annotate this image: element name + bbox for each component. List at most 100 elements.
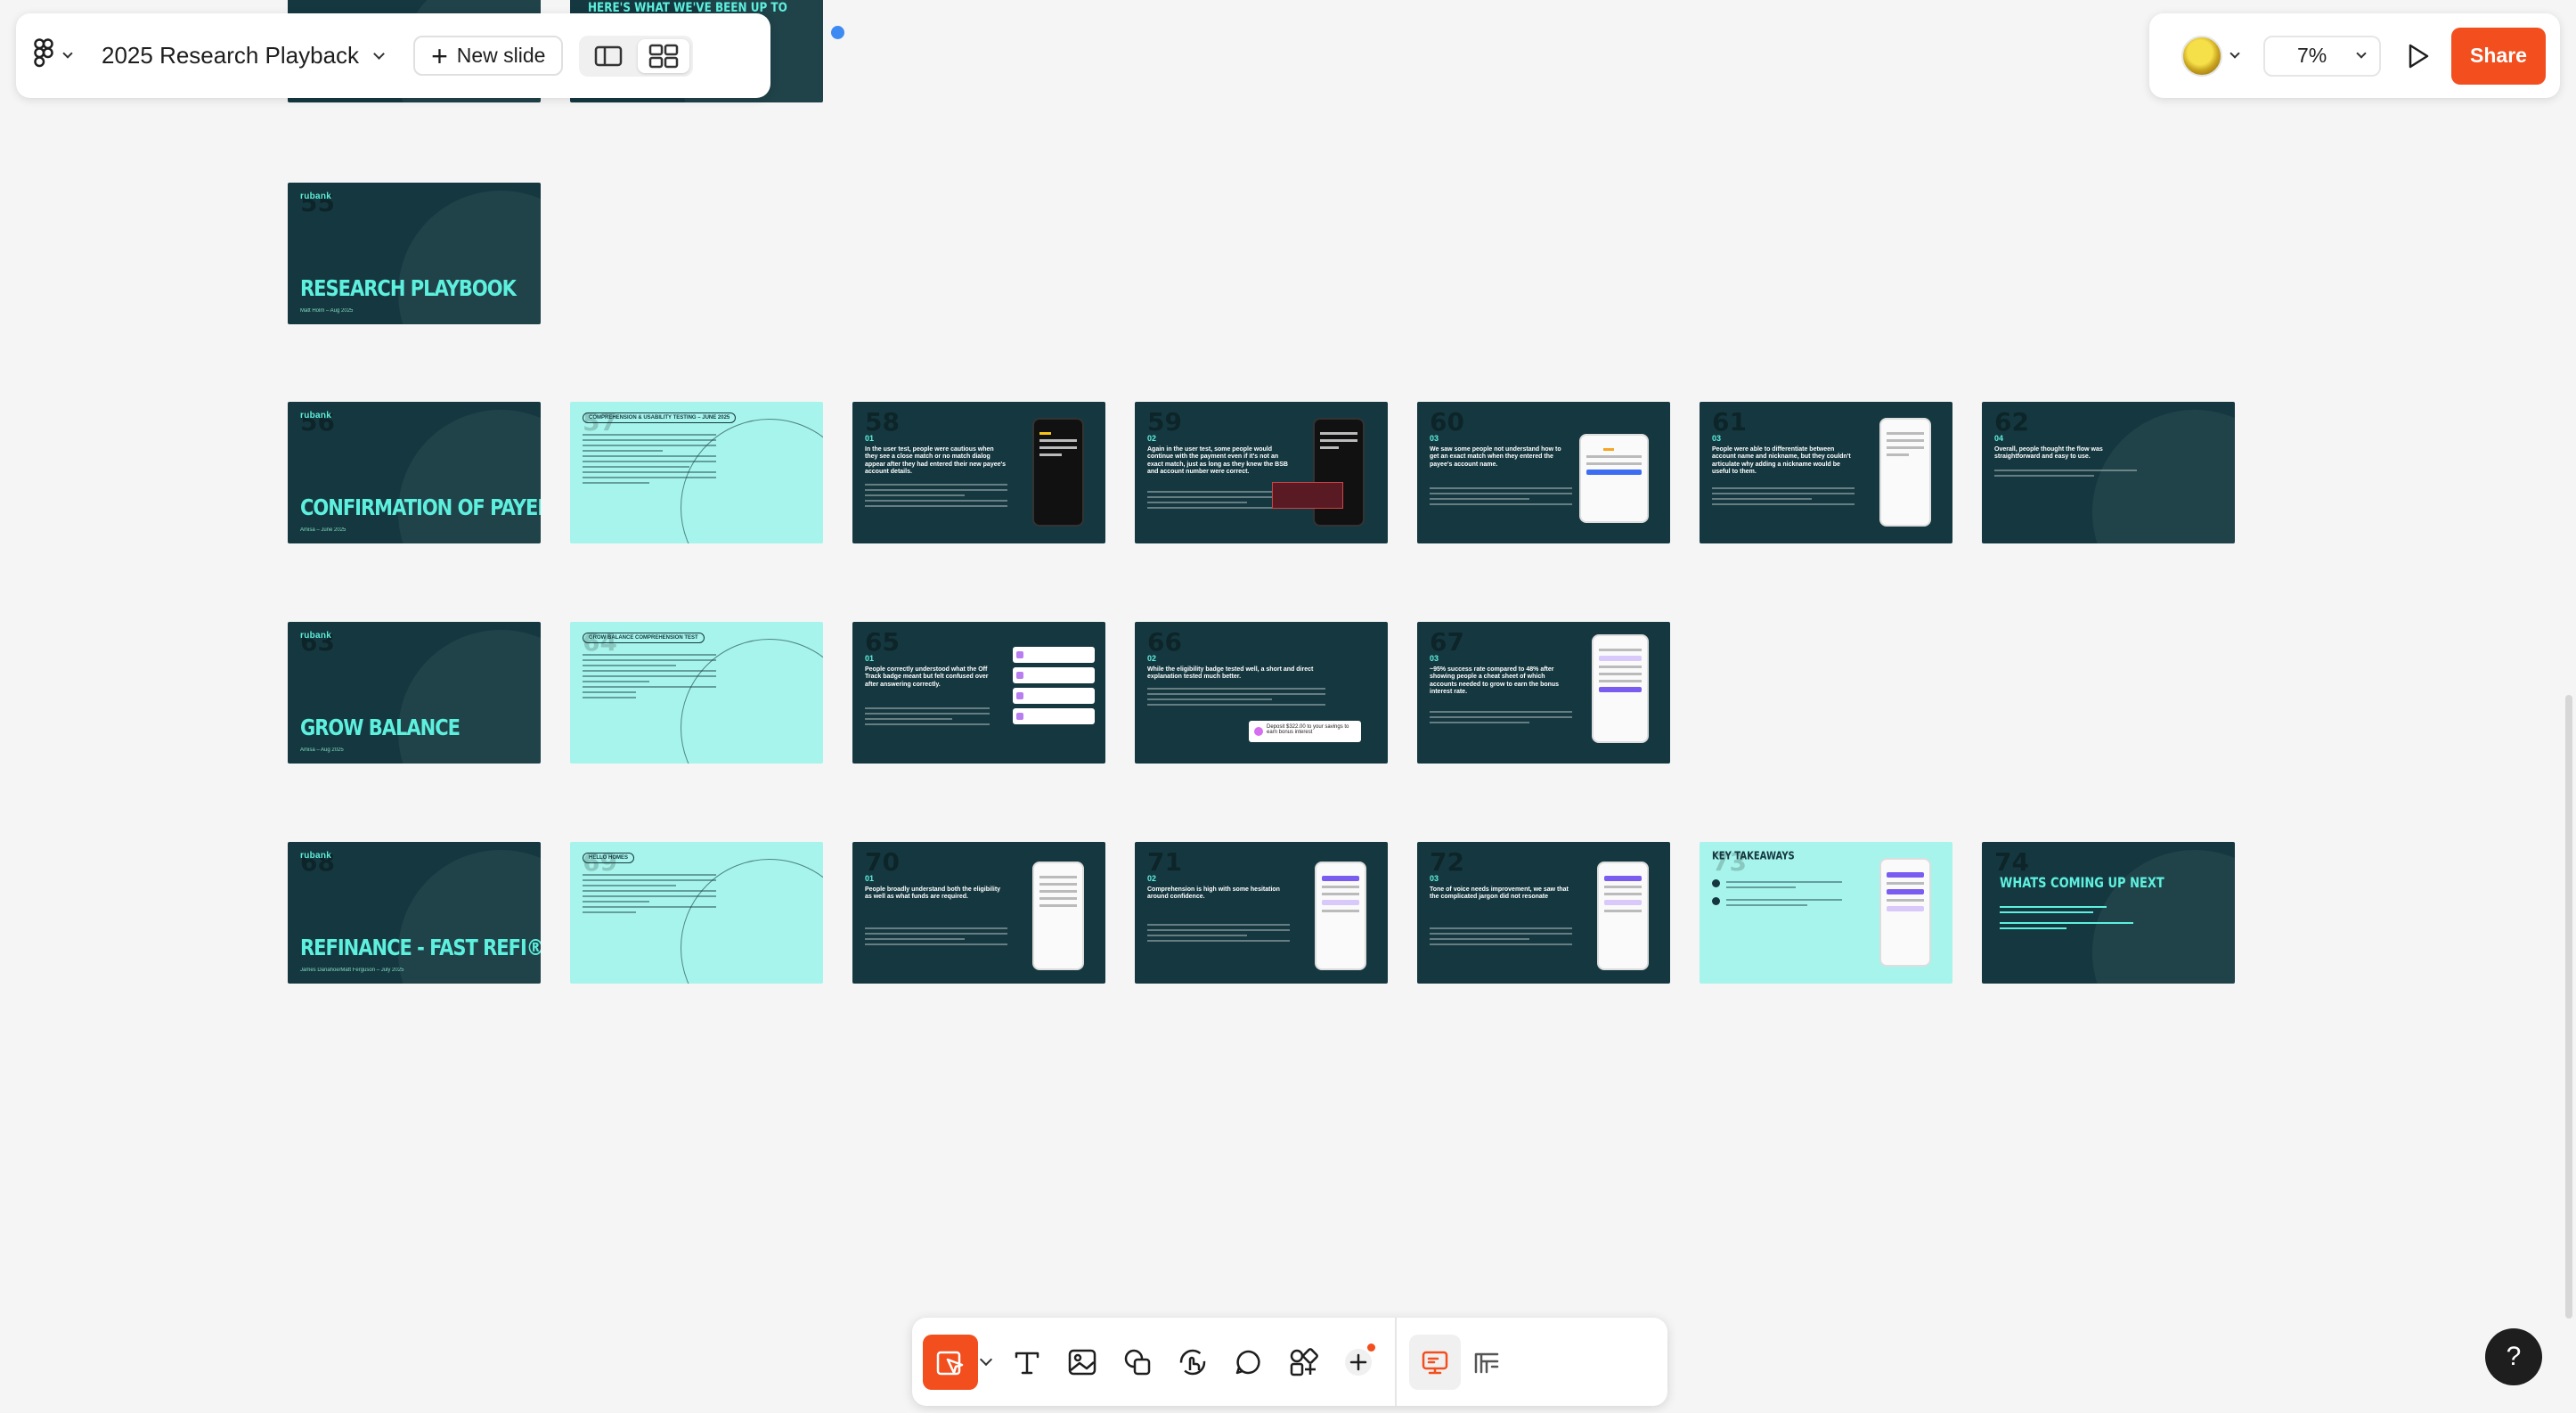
phone-mockup	[1032, 418, 1084, 527]
slide-title: RESEARCH PLAYBOOK	[300, 275, 517, 301]
slide-number: 72	[1430, 847, 1464, 877]
slide-step: 04	[1994, 434, 2004, 443]
chevron-down-icon[interactable]	[373, 47, 385, 60]
main-menu-button[interactable]	[34, 38, 73, 73]
vertical-scrollbar[interactable]	[2565, 695, 2572, 1319]
present-button[interactable]	[2406, 43, 2432, 69]
slide-tag: HELLO HOMES	[583, 853, 635, 863]
slide-thumbnail-62[interactable]: 62 04 Overall, people thought the flow w…	[1982, 402, 2235, 543]
comment-tool-button[interactable]	[1220, 1335, 1276, 1390]
slides-mode-button[interactable]	[1409, 1334, 1461, 1390]
slide-heading: Comprehension is high with some hesitati…	[1147, 886, 1280, 901]
slide-logo: rubank	[300, 631, 332, 641]
slide-number: 66	[1147, 627, 1182, 657]
slide-thumbnail-63[interactable]: 63 rubank GROW BALANCE Amisa – Aug 2025	[288, 622, 541, 764]
image-tool-button[interactable]	[1055, 1335, 1110, 1390]
new-slide-label: New slide	[456, 44, 546, 67]
slide-thumbnail-72[interactable]: 72 03 Tone of voice needs improvement, w…	[1417, 842, 1670, 984]
slide-thumbnail-59[interactable]: 59 02 Again in the user test, some peopl…	[1135, 402, 1388, 543]
slide-number: 60	[1430, 407, 1464, 437]
single-slide-view-button[interactable]	[583, 39, 634, 73]
slide-tag: GROW BALANCE COMPREHENSION TEST	[583, 633, 705, 643]
slide-thumbnail-73[interactable]: 73 KEY TAKEAWAYS	[1700, 842, 1952, 984]
slide-thumbnail-69[interactable]: 69 HELLO HOMES	[570, 842, 823, 984]
grid-view-button[interactable]	[638, 38, 690, 73]
chevron-down-icon[interactable]	[979, 1352, 993, 1366]
layout-grid-icon	[1474, 1352, 1499, 1373]
slide-heading: We saw some people not understand how to…	[1430, 446, 1561, 468]
slide-thumbnail-58[interactable]: 58 01 In the user test, people were caut…	[852, 402, 1105, 543]
phone-mockup	[1592, 634, 1649, 743]
zoom-dropdown[interactable]: 7%	[2263, 35, 2381, 77]
phone-mockup	[1313, 418, 1365, 527]
new-slide-button[interactable]: + New slide	[413, 36, 564, 76]
slide-step: 01	[865, 434, 875, 443]
widgets-icon	[1290, 1347, 1318, 1376]
slide-thumbnail-74[interactable]: 74 WHATS COMING UP NEXT	[1982, 842, 2235, 984]
phone-mockup	[1879, 858, 1931, 967]
document-title[interactable]: 2025 Research Playback	[102, 42, 359, 69]
slide-heading: In the user test, people were cautious w…	[865, 446, 1007, 476]
phone-mockup	[1579, 434, 1649, 523]
slide-title: CONFIRMATION OF PAYEE	[300, 494, 541, 520]
slide-step: 03	[1430, 434, 1439, 443]
check-icon	[1712, 897, 1720, 905]
slide-thumbnail-57[interactable]: 57 COMPREHENSION & USABILITY TESTING – J…	[570, 402, 823, 543]
top-toolbar-left: 2025 Research Playback + New slide	[16, 13, 770, 98]
slide-thumbnail-61[interactable]: 61 03 People were able to differentiate …	[1700, 402, 1952, 543]
slide-number: 67	[1430, 627, 1464, 657]
slide-thumbnail-67[interactable]: 67 03 ~95% success rate compared to 48% …	[1417, 622, 1670, 764]
text-tool-button[interactable]	[999, 1335, 1055, 1390]
slide-number: 74	[1994, 847, 2029, 877]
slide-heading: Tone of voice needs improvement, we saw …	[1430, 886, 1569, 901]
slide-thumbnail-60[interactable]: 60 03 We saw some people not understand …	[1417, 402, 1670, 543]
slide-thumbnail-66[interactable]: 66 02 While the eligibility badge tested…	[1135, 622, 1388, 764]
move-tool-button[interactable]	[923, 1334, 978, 1390]
phone-mockup	[1315, 862, 1366, 970]
slide-number: 65	[865, 627, 900, 657]
plus-icon	[1345, 1348, 1372, 1376]
interaction-tool-button[interactable]	[1165, 1335, 1220, 1390]
slide-canvas[interactable]: HERE'S WHAT WE'VE BEEN UP TO 55 rubank R…	[0, 0, 2576, 1413]
shape-tool-button[interactable]	[1110, 1335, 1165, 1390]
slide-thumbnail-56[interactable]: 56 rubank CONFIRMATION OF PAYEE Amisa – …	[288, 402, 541, 543]
slide-thumbnail-55[interactable]: 55 rubank RESEARCH PLAYBOOK Matt Holm – …	[288, 183, 541, 324]
slide-logo: rubank	[300, 192, 332, 201]
slide-number: 62	[1994, 407, 2029, 437]
image-icon	[1068, 1349, 1096, 1375]
text-icon	[1015, 1352, 1039, 1374]
plus-icon: +	[431, 39, 448, 72]
widgets-tool-button[interactable]	[1276, 1335, 1331, 1390]
design-mode-button[interactable]	[1461, 1335, 1512, 1390]
notification-dot	[1367, 1343, 1375, 1352]
slide-step: 03	[1712, 434, 1722, 443]
slide-logo: rubank	[300, 411, 332, 421]
slide-heading: Again in the user test, some people woul…	[1147, 446, 1288, 476]
slide-step: 02	[1147, 874, 1157, 883]
slide-step: 02	[1147, 654, 1157, 663]
slide-heading: People correctly understood what the Off…	[865, 666, 989, 688]
slide-number: 61	[1712, 407, 1747, 437]
help-button[interactable]: ?	[2485, 1328, 2542, 1385]
user-menu[interactable]	[2181, 35, 2240, 77]
slide-tag: COMPREHENSION & USABILITY TESTING – JUNE…	[583, 412, 737, 423]
slide-title: REFINANCE - FAST REFI®	[300, 935, 541, 960]
move-tool-icon	[936, 1351, 964, 1375]
check-icon	[1712, 879, 1720, 887]
slide-step: 01	[865, 874, 875, 883]
slide-thumbnail-70[interactable]: 70 01 People broadly understand both the…	[852, 842, 1105, 984]
avatar	[2181, 35, 2222, 77]
slide-thumbnail-64[interactable]: 64 GROW BALANCE COMPREHENSION TEST	[570, 622, 823, 764]
slide-thumbnail-65[interactable]: 65 01 People correctly understood what t…	[852, 622, 1105, 764]
phone-mockup	[1597, 862, 1649, 970]
slide-thumbnail-68[interactable]: 68 rubank REFINANCE - FAST REFI® James D…	[288, 842, 541, 984]
add-more-button[interactable]	[1331, 1335, 1386, 1390]
share-button[interactable]: Share	[2451, 27, 2546, 85]
slide-heading: People broadly understand both the eligi…	[865, 886, 1001, 901]
selection-dot	[831, 26, 844, 39]
slide-subtitle: James Danahoe/Matt Ferguson – July 2025	[300, 968, 404, 973]
slide-title: GROW BALANCE	[300, 715, 461, 740]
slide-thumbnail-71[interactable]: 71 02 Comprehension is high with some he…	[1135, 842, 1388, 984]
slide-title: WHATS COMING UP NEXT	[2000, 876, 2164, 892]
phone-mockup	[1879, 418, 1931, 527]
